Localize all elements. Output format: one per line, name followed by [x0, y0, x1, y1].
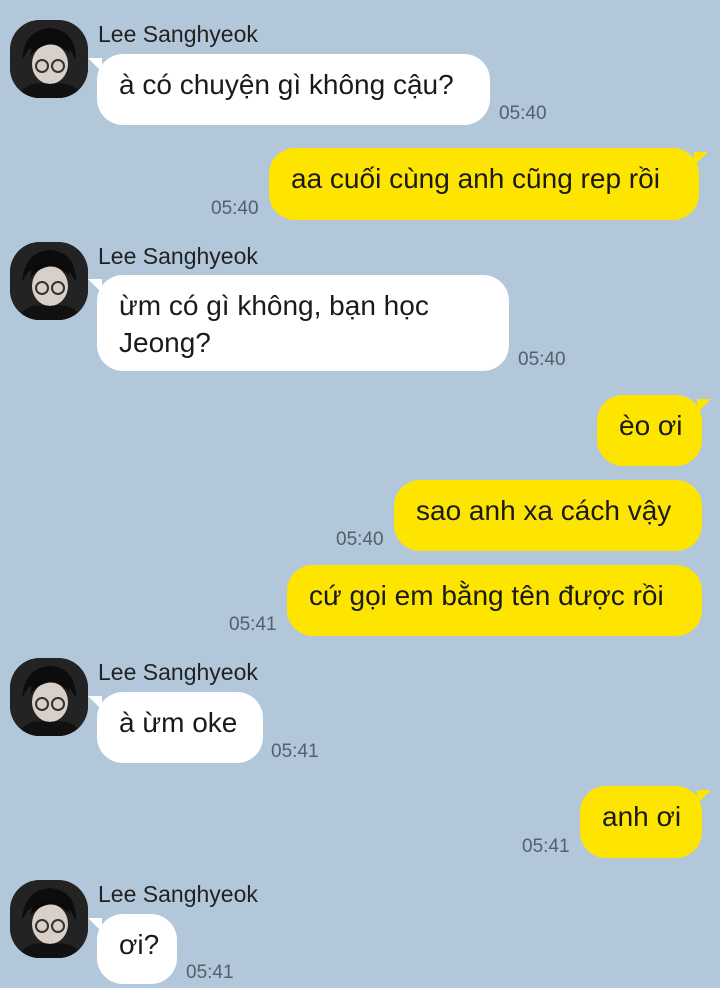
avatar-photo	[10, 242, 88, 320]
message-bubble-outgoing[interactable]: sao anh xa cách vậy	[394, 480, 702, 551]
message-text: anh ơi	[602, 801, 682, 832]
contact-name: Lee Sanghyeok	[98, 243, 258, 269]
message-time: 05:41	[271, 741, 319, 762]
message-time: 05:40	[211, 198, 259, 219]
message-text-line: Jeong?	[119, 327, 211, 358]
contact-avatar[interactable]	[10, 242, 88, 320]
message-text: èo ơi	[619, 410, 683, 441]
contact-avatar[interactable]	[10, 880, 88, 958]
message-bubble-outgoing[interactable]: èo ơi	[597, 395, 711, 466]
avatar-photo	[10, 880, 88, 958]
message-bubble-outgoing[interactable]: anh ơi	[580, 786, 711, 858]
message-time: 05:41	[522, 836, 570, 857]
message-text: sao anh xa cách vậy	[416, 495, 672, 526]
avatar-photo	[10, 658, 88, 736]
message-text: à có chuyện gì không cậu?	[119, 69, 454, 100]
contact-name: Lee Sanghyeok	[98, 21, 258, 47]
message-bubble-outgoing[interactable]: cứ gọi em bằng tên được rồi	[287, 565, 702, 636]
message-bubble-incoming[interactable]: ừm có gì không, bạn học Jeong?	[88, 275, 509, 371]
message-text: aa cuối cùng anh cũng rep rồi	[291, 163, 660, 194]
message-text: à ừm oke	[119, 707, 238, 738]
contact-name: Lee Sanghyeok	[98, 881, 258, 907]
message-text: ơi?	[119, 929, 160, 960]
message-bubble-outgoing[interactable]: aa cuối cùng anh cũng rep rồi	[269, 148, 708, 220]
message-time: 05:41	[186, 962, 234, 983]
message-bubble-incoming[interactable]: ơi?	[88, 914, 177, 984]
message-time: 05:41	[229, 614, 277, 635]
message-time: 05:40	[518, 349, 566, 370]
message-bubble-incoming[interactable]: à có chuyện gì không cậu?	[88, 54, 490, 125]
contact-name: Lee Sanghyeok	[98, 659, 258, 685]
message-time: 05:40	[336, 529, 384, 550]
message-text: cứ gọi em bằng tên được rồi	[309, 580, 664, 611]
message-time: 05:40	[499, 103, 547, 124]
contact-avatar[interactable]	[10, 658, 88, 736]
contact-avatar[interactable]	[10, 20, 88, 98]
avatar-photo	[10, 20, 88, 98]
message-bubble-incoming[interactable]: à ừm oke	[88, 692, 263, 763]
message-text-line: ừm có gì không, bạn học	[119, 290, 429, 321]
